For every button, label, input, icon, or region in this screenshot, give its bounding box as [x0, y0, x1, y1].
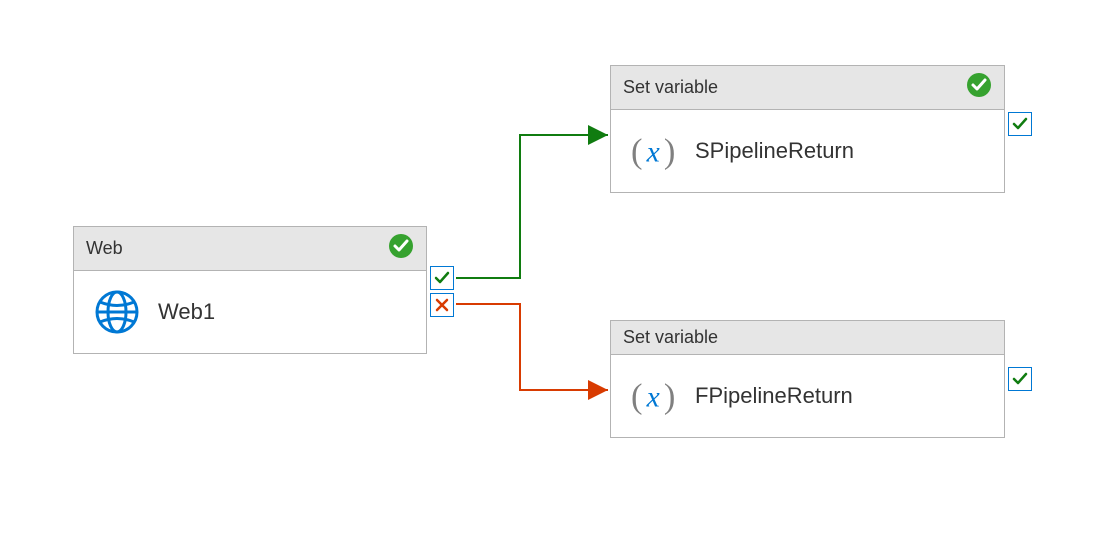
edge-failure — [456, 304, 608, 390]
node-spipelinereturn-name: SPipelineReturn — [695, 138, 854, 164]
svg-text:(: ( — [631, 133, 643, 171]
node-fpipelinereturn-body: ( x ) FPipelineReturn — [611, 355, 1004, 437]
node-spipelinereturn-type-label: Set variable — [623, 77, 718, 98]
node-web1-header: Web — [74, 227, 426, 271]
edge-success — [456, 135, 608, 278]
node-fpipelinereturn[interactable]: Set variable ( x ) FPipelineReturn — [610, 320, 1005, 438]
success-badge-icon — [388, 233, 414, 264]
node-spipelinereturn-body: ( x ) SPipelineReturn — [611, 110, 1004, 192]
globe-icon — [94, 289, 140, 335]
node-web1-body: Web1 — [74, 271, 426, 353]
node-web1[interactable]: Web Web1 — [73, 226, 427, 354]
node-fpipelinereturn-header: Set variable — [611, 321, 1004, 355]
pipeline-canvas: Web Web1 — [0, 0, 1112, 535]
port-success-chip[interactable] — [430, 266, 454, 290]
node-web1-type-label: Web — [86, 238, 123, 259]
node-spipelinereturn[interactable]: Set variable ( x ) SPipelineReturn — [610, 65, 1005, 193]
port-failure-chip[interactable] — [430, 293, 454, 317]
variable-icon: ( x ) — [631, 128, 677, 174]
output-chip-fpipelinereturn[interactable] — [1008, 367, 1032, 391]
variable-icon: ( x ) — [631, 373, 677, 419]
output-chip-spipelinereturn[interactable] — [1008, 112, 1032, 136]
svg-text:x: x — [646, 137, 660, 169]
node-fpipelinereturn-name: FPipelineReturn — [695, 383, 853, 409]
node-web1-name: Web1 — [158, 299, 215, 325]
svg-text:): ) — [664, 133, 676, 171]
svg-text:): ) — [664, 378, 676, 416]
node-fpipelinereturn-type-label: Set variable — [623, 327, 718, 348]
svg-text:(: ( — [631, 378, 643, 416]
node-spipelinereturn-header: Set variable — [611, 66, 1004, 110]
svg-text:x: x — [646, 382, 660, 414]
success-badge-icon — [966, 72, 992, 103]
